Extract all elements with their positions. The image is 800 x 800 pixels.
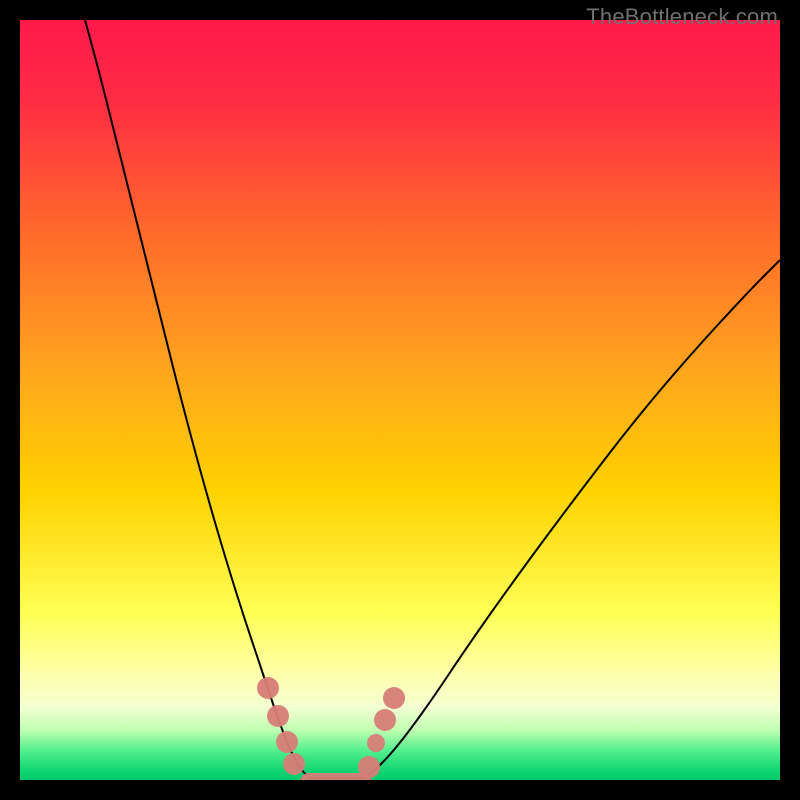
- chart-area: [20, 20, 780, 780]
- marker-dot: [276, 731, 298, 753]
- left-curve: [85, 20, 310, 778]
- right-curve: [365, 260, 780, 778]
- marker-dot: [283, 753, 305, 775]
- marker-dot: [383, 687, 405, 709]
- chart-overlay: [20, 20, 780, 780]
- marker-group: [257, 677, 405, 780]
- marker-dot: [358, 756, 380, 778]
- marker-dot: [374, 709, 396, 731]
- marker-dot: [367, 734, 385, 752]
- watermark-text: TheBottleneck.com: [586, 4, 778, 30]
- marker-dot: [267, 705, 289, 727]
- marker-dot: [257, 677, 279, 699]
